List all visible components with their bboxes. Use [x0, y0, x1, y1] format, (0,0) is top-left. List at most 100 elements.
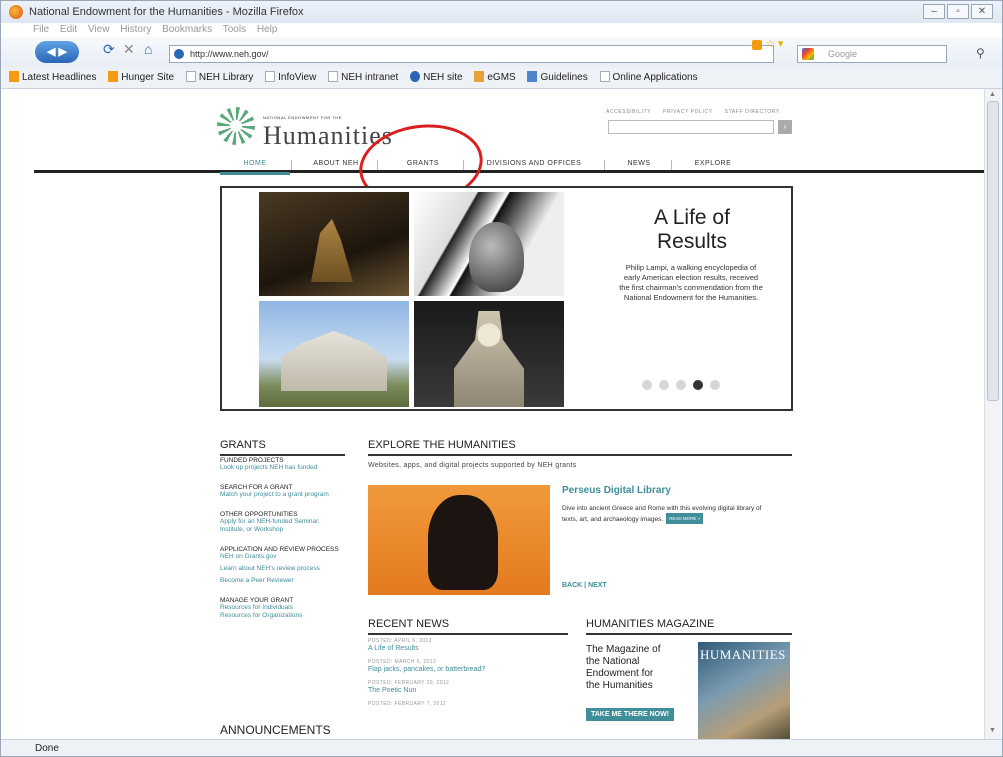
utility-links: ACCESSIBILITY PRIVACY POLICY STAFF DIREC… — [606, 109, 790, 115]
carousel-dot[interactable] — [642, 380, 652, 390]
rss-icon — [9, 71, 19, 82]
carousel-dots — [642, 377, 727, 395]
announcements-heading: ANNOUNCEMENTS — [220, 723, 345, 739]
page-icon — [185, 71, 196, 82]
recent-news-list: POSTED: APRIL 6, 2012 A Life of Results … — [368, 638, 568, 707]
grants-link[interactable]: Look up projects NEH has funded — [220, 464, 345, 472]
bookmark-guidelines[interactable]: Guidelines — [527, 67, 588, 89]
carousel-dot[interactable] — [710, 380, 720, 390]
bookmark-label: NEH Library — [198, 72, 254, 83]
egms-icon — [474, 71, 485, 82]
menu-edit[interactable]: Edit — [60, 24, 77, 35]
bookmark-infoview[interactable]: InfoView — [265, 67, 316, 89]
bookmark-online-applications[interactable]: Online Applications — [599, 67, 698, 89]
explore-heading: EXPLORE THE HUMANITIES — [368, 439, 792, 456]
vertical-scrollbar[interactable]: ▲ ▼ — [984, 89, 1001, 739]
scrollbar-thumb[interactable] — [987, 101, 999, 401]
hero-title: A Life of Results — [654, 206, 730, 253]
browser-window: National Endowment for the Humanities - … — [0, 0, 1003, 757]
site-search-input[interactable] — [608, 120, 774, 134]
bookmark-hunger-site[interactable]: Hunger Site — [108, 67, 174, 89]
scroll-up-icon[interactable]: ▲ — [989, 91, 996, 98]
menu-help[interactable]: Help — [257, 24, 278, 35]
bookmark-neh-intranet[interactable]: NEH intranet — [328, 67, 398, 89]
carousel-dot[interactable] — [676, 380, 686, 390]
url-bar[interactable]: http://www.neh.gov/ — [169, 45, 774, 63]
perseus-title[interactable]: Perseus Digital Library — [562, 485, 671, 496]
grants-link[interactable]: Resources for Organizations — [220, 612, 345, 620]
perseus-image[interactable] — [368, 485, 550, 595]
bookmark-label: NEH intranet — [341, 72, 399, 83]
news-title[interactable]: The Poetic Nun — [368, 687, 568, 694]
menu-bookmarks[interactable]: Bookmarks — [162, 24, 212, 35]
close-button[interactable]: ✕ — [971, 4, 993, 19]
search-box[interactable]: Google — [797, 45, 947, 63]
take-me-there-button[interactable]: TAKE ME THERE NOW! — [586, 708, 675, 721]
search-placeholder: Google — [828, 49, 858, 59]
site-icon — [410, 71, 421, 82]
scroll-down-icon[interactable]: ▼ — [989, 727, 996, 734]
back-next-links[interactable]: BACK | NEXT — [562, 582, 607, 589]
magazine-cover-title: HUMANITIES — [700, 647, 786, 662]
grants-link[interactable]: NEH on Grants.gov — [220, 553, 345, 561]
bookmark-neh-site[interactable]: NEH site — [410, 67, 463, 89]
staff-directory-link[interactable]: STAFF DIRECTORY — [725, 109, 780, 115]
news-title[interactable]: A Life of Results — [368, 645, 568, 652]
page-icon — [265, 71, 276, 82]
lincoln-memorial-photo[interactable] — [414, 301, 564, 407]
url-text: http://www.neh.gov/ — [190, 49, 269, 59]
rss-icon[interactable] — [752, 40, 762, 50]
read-more-button[interactable]: READ MORE » — [666, 513, 704, 524]
carousel-dot-active[interactable] — [693, 380, 703, 390]
bookmark-star-icon[interactable]: ☆ ▾ — [765, 37, 783, 50]
stop-icon[interactable]: ✕ — [123, 41, 135, 58]
back-forward-button[interactable]: ◀ ▶ — [35, 41, 79, 63]
hero-carousel[interactable]: A Life of Results Philip Lampi, a walkin… — [220, 186, 793, 411]
grants-section-title: SEARCH FOR A GRANT — [220, 484, 293, 491]
nav-home[interactable]: HOME — [220, 156, 290, 175]
status-text: Done — [35, 743, 59, 754]
minimize-button[interactable]: – — [923, 4, 945, 19]
menu-view[interactable]: View — [88, 24, 110, 35]
menu-tools[interactable]: Tools — [223, 24, 246, 35]
explore-subtitle: Websites, apps, and digital projects sup… — [368, 462, 577, 469]
grants-section-title: APPLICATION AND REVIEW PROCESS — [220, 546, 339, 553]
nav-news[interactable]: NEWS — [609, 156, 669, 172]
menu-history[interactable]: History — [120, 24, 151, 35]
bookmark-label: Guidelines — [540, 72, 588, 83]
grants-link[interactable]: Become a Peer Reviewer — [220, 577, 345, 585]
grants-section-title: FUNDED PROJECTS — [220, 457, 284, 464]
reload-icon[interactable]: ⟳ — [103, 41, 115, 58]
perseus-description: Dive into ancient Greece and Rome with t… — [562, 504, 777, 524]
bookmark-egms[interactable]: eGMS — [474, 67, 516, 89]
bookmarks-toolbar: Latest Headlines Hunger Site NEH Library… — [1, 67, 1002, 89]
bookmark-label: NEH site — [423, 72, 463, 83]
bookmark-latest-headlines[interactable]: Latest Headlines — [9, 67, 97, 89]
web-page: NATIONAL ENDOWMENT FOR THE Humanities AC… — [34, 89, 984, 739]
news-date: POSTED: FEBRUARY 7, 2012 — [368, 701, 447, 707]
privacy-policy-link[interactable]: PRIVACY POLICY — [663, 109, 713, 115]
grants-link[interactable]: Match your project to a grant program — [220, 491, 345, 499]
iwo-jima-memorial-photo[interactable] — [259, 192, 409, 296]
news-title[interactable]: Flap jacks, pancakes, or batterbread? — [368, 666, 568, 673]
bookmark-neh-library[interactable]: NEH Library — [185, 67, 254, 89]
carousel-dot[interactable] — [659, 380, 669, 390]
statue-of-liberty-photo[interactable] — [414, 192, 564, 296]
accessibility-link[interactable]: ACCESSIBILITY — [606, 109, 651, 115]
menu-file[interactable]: File — [33, 24, 49, 35]
nav-divider — [291, 160, 292, 170]
magazine-cover[interactable]: HUMANITIES — [698, 642, 790, 739]
nav-explore[interactable]: EXPLORE — [676, 156, 750, 172]
nav-divisions-and-offices[interactable]: DIVISIONS AND OFFICES — [466, 156, 602, 172]
jefferson-memorial-photo[interactable] — [259, 301, 409, 407]
site-search-button[interactable]: › — [778, 120, 792, 134]
grants-link[interactable]: Learn about NEH's review process — [220, 565, 345, 573]
nav-divider — [671, 160, 672, 170]
title-bar: National Endowment for the Humanities - … — [1, 1, 1002, 23]
grants-link[interactable]: Resources for Individuals — [220, 604, 345, 612]
home-icon[interactable]: ⌂ — [144, 41, 152, 57]
search-icon[interactable]: ⚲ — [976, 46, 985, 60]
grants-link[interactable]: Apply for an NEH-funded Seminar, Institu… — [220, 518, 345, 534]
news-date: POSTED: MARCH 6, 2012 — [368, 659, 437, 665]
maximize-button[interactable]: ▫ — [947, 4, 969, 19]
